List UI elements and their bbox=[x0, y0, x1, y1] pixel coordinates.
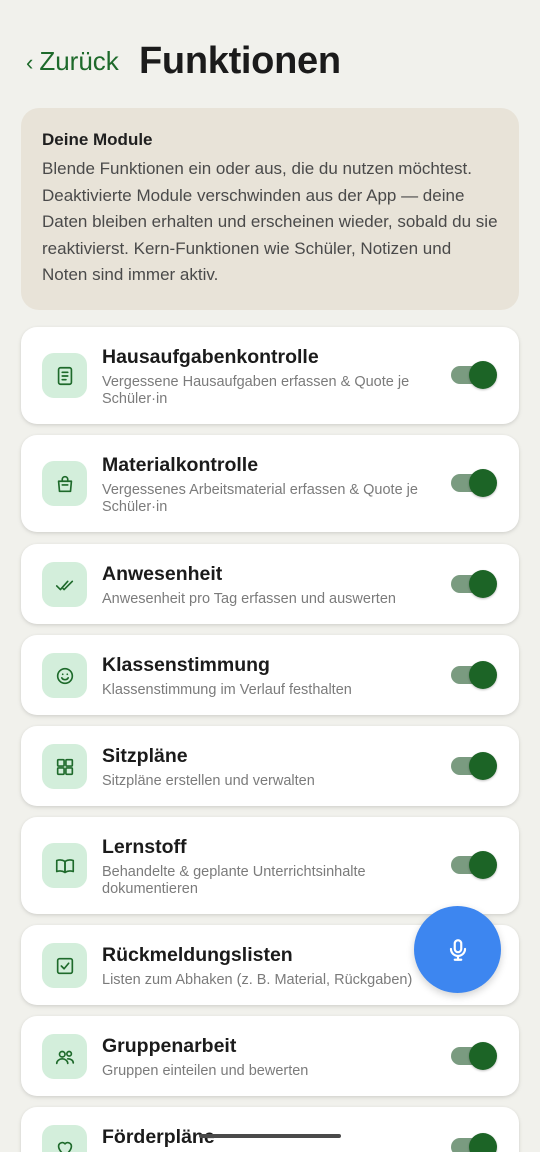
module-toggle-materialkontrolle[interactable] bbox=[451, 469, 497, 497]
module-card-anwesenheit[interactable]: Anwesenheit Anwesenheit pro Tag erfassen… bbox=[21, 544, 519, 624]
module-name: Gruppenarbeit bbox=[102, 1035, 237, 1057]
module-card-sitzplaene[interactable]: Sitzpläne Sitzpläne erstellen und verwal… bbox=[21, 726, 519, 806]
module-card-lernstoff[interactable]: Lernstoff Behandelte & geplante Unterric… bbox=[21, 817, 519, 914]
info-title: Deine Module bbox=[42, 130, 153, 149]
page-title: Funktionen bbox=[139, 40, 341, 82]
back-button[interactable]: ‹ Zurück bbox=[26, 46, 119, 77]
back-label: Zurück bbox=[39, 46, 119, 76]
module-description: Anwesenheit pro Tag erfassen und auswert… bbox=[102, 591, 396, 607]
heart-icon bbox=[42, 1125, 87, 1152]
home-indicator bbox=[199, 1134, 341, 1138]
module-card-foerderplaene[interactable]: Förderpläne bbox=[21, 1107, 519, 1152]
module-toggle-klassenstimmung[interactable] bbox=[451, 661, 497, 689]
info-card: Deine Module Blende Funktionen ein oder … bbox=[21, 108, 519, 310]
double-check-icon bbox=[42, 562, 87, 607]
bag-icon bbox=[42, 461, 87, 506]
module-toggle-anwesenheit[interactable] bbox=[451, 570, 497, 598]
module-description: Vergessenes Arbeitsmaterial erfassen & Q… bbox=[102, 482, 418, 515]
module-toggle-sitzplaene[interactable] bbox=[451, 752, 497, 780]
module-description: Listen zum Abhaken (z. B. Material, Rück… bbox=[102, 972, 413, 988]
module-card-hausaufgabenkontrolle[interactable]: Hausaufgabenkontrolle Vergessene Hausauf… bbox=[21, 327, 519, 424]
microphone-icon bbox=[449, 938, 466, 961]
smiley-icon bbox=[42, 653, 87, 698]
microphone-button[interactable] bbox=[414, 906, 501, 993]
homework-icon bbox=[42, 353, 87, 398]
module-name: Anwesenheit bbox=[102, 563, 223, 585]
header: ‹ Zurück Funktionen bbox=[0, 0, 540, 108]
module-name: Hausaufgabenkontrolle bbox=[102, 346, 319, 368]
module-name: Förderpläne bbox=[102, 1126, 215, 1148]
chevron-left-icon: ‹ bbox=[26, 49, 34, 75]
module-description: Sitzpläne erstellen und verwalten bbox=[102, 773, 315, 789]
module-name: Lernstoff bbox=[102, 836, 187, 858]
module-name: Materialkontrolle bbox=[102, 454, 259, 476]
module-description: Klassenstimmung im Verlauf festhalten bbox=[102, 682, 352, 698]
module-description: Vergessene Hausaufgaben erfassen & Quote… bbox=[102, 374, 410, 407]
module-description: Behandelte & geplante Unterrichtsinhalte… bbox=[102, 864, 366, 897]
module-card-klassenstimmung[interactable]: Klassenstimmung Klassenstimmung im Verla… bbox=[21, 635, 519, 715]
module-toggle-foerderplaene[interactable] bbox=[451, 1133, 497, 1152]
module-card-materialkontrolle[interactable]: Materialkontrolle Vergessenes Arbeitsmat… bbox=[21, 435, 519, 532]
module-toggle-hausaufgabenkontrolle[interactable] bbox=[451, 361, 497, 389]
people-icon bbox=[42, 1034, 87, 1079]
grid-icon bbox=[42, 744, 87, 789]
module-description: Gruppen einteilen und bewerten bbox=[102, 1063, 309, 1079]
module-name: Rückmeldungslisten bbox=[102, 944, 293, 966]
module-name: Klassenstimmung bbox=[102, 654, 270, 676]
book-icon bbox=[42, 843, 87, 888]
checkbox-icon bbox=[42, 943, 87, 988]
module-toggle-lernstoff[interactable] bbox=[451, 851, 497, 879]
info-text: Blende Funktionen ein oder aus, die du n… bbox=[42, 159, 498, 284]
module-card-gruppenarbeit[interactable]: Gruppenarbeit Gruppen einteilen und bewe… bbox=[21, 1016, 519, 1096]
module-toggle-gruppenarbeit[interactable] bbox=[451, 1042, 497, 1070]
module-name: Sitzpläne bbox=[102, 745, 188, 767]
